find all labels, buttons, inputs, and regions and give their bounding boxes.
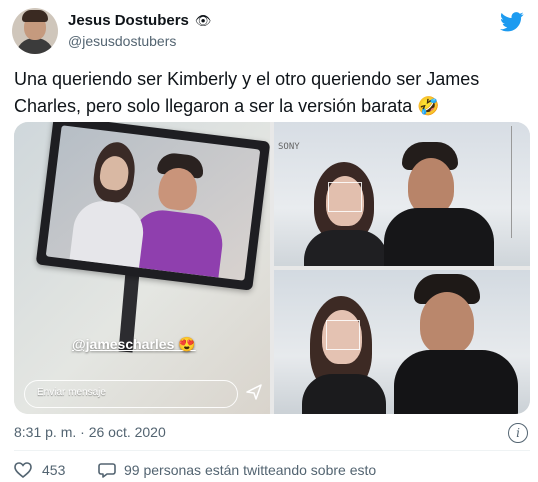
tweet-timestamp[interactable]: 8:31 p. m. · 26 oct. 2020 [14, 424, 166, 440]
like-count[interactable]: 453 [42, 462, 65, 478]
mention-sticker[interactable]: @jamescharles 😍 [72, 336, 196, 353]
media-image-1[interactable]: @jamescharles 😍 Enviar mensaje [14, 122, 270, 414]
info-icon[interactable]: i [508, 423, 528, 443]
heart-icon[interactable] [14, 462, 32, 478]
eye-emoji: 👁 [194, 13, 212, 28]
tweet-text: Una queriendo ser Kimberly y el otro que… [14, 66, 524, 120]
twitter-bird-icon[interactable] [500, 12, 524, 32]
tweet-header: Jesus Dostubers 👁 @jesusdostubers [10, 6, 528, 56]
avatar[interactable] [12, 8, 58, 54]
focus-frame-2 [326, 320, 360, 350]
tweet-actions: 453 99 personas están twitteando sobre e… [14, 460, 530, 480]
author-name[interactable]: Jesus Dostubers 👁 [68, 12, 211, 29]
talking-about-link[interactable]: 99 personas están twitteando sobre esto [124, 462, 376, 478]
send-icon[interactable] [246, 384, 262, 400]
camera-hud-sidebar [511, 126, 526, 238]
focus-frame [328, 182, 362, 212]
divider [14, 450, 530, 451]
message-placeholder: Enviar mensaje [37, 387, 106, 398]
media-image-2[interactable]: SONY [274, 122, 530, 266]
author-handle[interactable]: @jesusdostubers [68, 33, 176, 49]
monitor-photo [35, 122, 270, 291]
speech-bubble-icon[interactable] [98, 462, 116, 478]
media-image-3[interactable] [274, 270, 530, 414]
author-display-name[interactable]: Jesus Dostubers [68, 12, 189, 29]
tweet-text-line-1: Una queriendo ser Kimberly y el otro que… [14, 69, 480, 89]
tweet-media-grid: @jamescharles 😍 Enviar mensaje SONY [14, 122, 530, 414]
message-input[interactable]: Enviar mensaje [24, 380, 238, 408]
camera-hud-label: SONY [278, 142, 300, 152]
tweet-text-line-2: Charles, pero solo llegaron a ser la ver… [14, 96, 440, 116]
